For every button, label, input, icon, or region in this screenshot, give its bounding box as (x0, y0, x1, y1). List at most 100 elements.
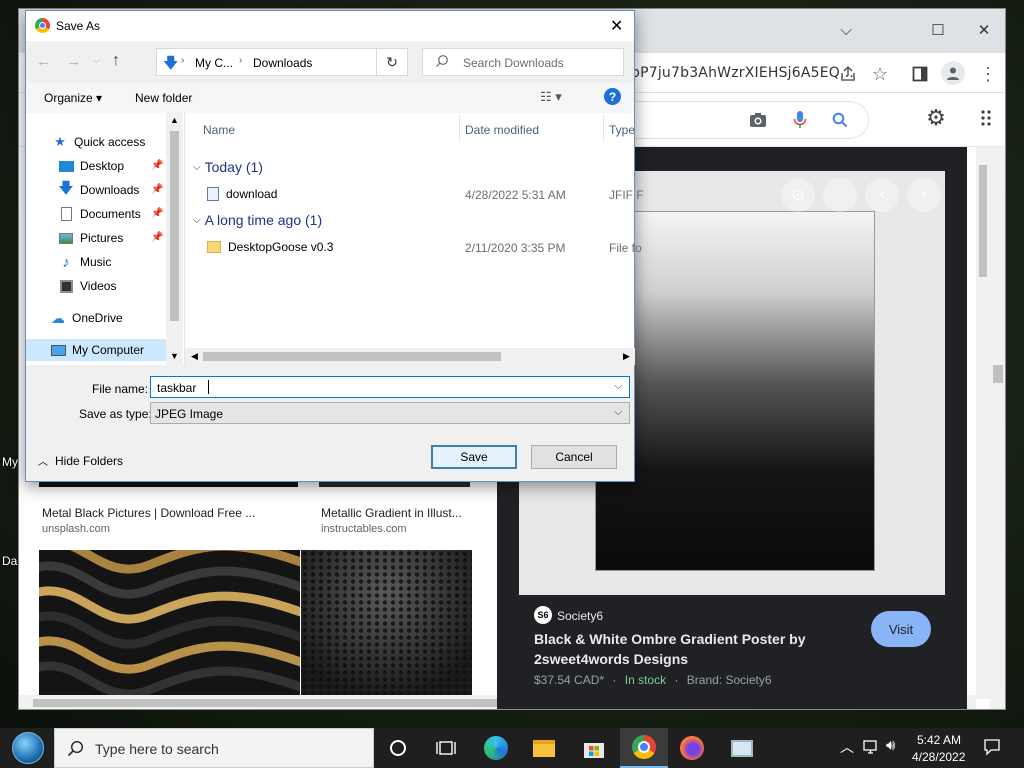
result-source-1[interactable]: unsplash.com (42, 523, 110, 535)
apps-grid-icon[interactable] (975, 107, 997, 129)
maximize-button[interactable]: ☐ (915, 15, 961, 45)
close-window-button[interactable]: ✕ (961, 15, 1005, 45)
side-panel-icon[interactable] (909, 63, 931, 85)
results-scrollbar-thumb[interactable] (979, 165, 987, 277)
taskbar-search-box[interactable]: Type here to search (54, 728, 374, 768)
forward-arrow-icon[interactable]: → (66, 53, 81, 70)
result-thumbnail-4[interactable] (301, 550, 472, 695)
help-icon[interactable]: ? (604, 88, 621, 105)
edge-icon[interactable] (472, 728, 520, 768)
breadcrumb-item-myc[interactable]: My C... (195, 56, 233, 70)
notifications-icon[interactable] (983, 738, 1001, 759)
microsoft-store-icon[interactable] (570, 728, 618, 768)
app-window-icon[interactable] (718, 728, 766, 768)
minimize-button[interactable]: ⌵ (823, 15, 869, 45)
group-header-long-ago[interactable]: ⌵ A long time ago (1) (193, 212, 322, 228)
result-source-2[interactable]: instructables.com (321, 523, 407, 535)
settings-gear-icon[interactable]: ⚙ (925, 105, 947, 130)
profile-avatar-icon[interactable] (941, 61, 965, 85)
more-options-icon[interactable]: ⋮ (823, 178, 857, 212)
page-scrollbar-thumb[interactable] (993, 365, 1003, 383)
volume-icon[interactable]: 🔊︎ (886, 737, 895, 754)
dialog-titlebar[interactable]: Save As ✕ (26, 11, 634, 41)
result-thumbnail-3[interactable] (39, 550, 300, 695)
column-header-date[interactable]: Date modified (465, 123, 539, 137)
network-icon[interactable] (862, 738, 880, 759)
results-scrollbar[interactable] (976, 147, 990, 699)
voice-search-icon[interactable] (789, 109, 811, 131)
recent-locations-icon[interactable]: ⌵ (93, 55, 100, 66)
column-header-type[interactable]: Type (609, 123, 635, 137)
start-orb-icon (12, 732, 44, 764)
save-button[interactable]: Save (431, 445, 517, 469)
nav-scrollbar[interactable]: ▲ ▼ (166, 113, 183, 365)
desktop-icon-label-da[interactable]: Da (2, 554, 17, 568)
search-box[interactable]: Search Downloads (422, 48, 624, 76)
site-name[interactable]: Society6 (557, 609, 603, 623)
nav-item-my-computer[interactable]: My Computer (26, 339, 166, 361)
visit-button[interactable]: Visit (871, 611, 931, 647)
search-icon[interactable] (829, 109, 851, 131)
up-arrow-icon[interactable]: ↑ (112, 52, 120, 70)
share-icon[interactable] (837, 63, 859, 85)
result-title-1[interactable]: Metal Black Pictures | Download Free ... (42, 506, 292, 520)
cancel-button[interactable]: Cancel (531, 445, 617, 469)
back-arrow-icon[interactable]: ← (36, 53, 51, 70)
hide-folders-button[interactable]: ︿ Hide Folders (38, 453, 123, 469)
column-header-name[interactable]: Name (203, 123, 235, 137)
file-name-input[interactable]: taskbar ⌵ (150, 376, 630, 398)
organize-button[interactable]: Organize ▾ (44, 91, 102, 105)
file-list-hscrollbar[interactable]: ◀ ▶ (185, 348, 635, 365)
cortana-icon[interactable] (374, 728, 422, 768)
breadcrumb-item-downloads[interactable]: Downloads (253, 56, 312, 70)
bookmark-star-icon[interactable]: ☆ (869, 63, 891, 85)
file-row-download[interactable]: download (207, 184, 277, 204)
show-hidden-icons-icon[interactable]: ︿ (840, 737, 854, 757)
result-title-2[interactable]: Metallic Gradient in Illust... (321, 506, 471, 520)
chrome-menu-icon[interactable]: ⋮ (977, 63, 999, 85)
nav-item-quick-access[interactable]: ★ Quick access (52, 131, 145, 153)
downloads-folder-icon: 🡇 (163, 55, 179, 72)
clock-date[interactable]: 4/28/2022 (912, 750, 965, 764)
new-folder-button[interactable]: New folder (135, 91, 192, 105)
refresh-button[interactable]: ↻ (376, 48, 408, 76)
group-header-today[interactable]: ⌵ Today (1) (193, 159, 263, 175)
file-list-hscrollbar-thumb[interactable] (203, 352, 501, 361)
lens-search-icon[interactable]: ⊙ (781, 178, 815, 212)
desktop-icon-label-my[interactable]: My (2, 455, 18, 469)
previous-image-icon[interactable]: ‹ (865, 178, 899, 212)
scroll-left-icon[interactable]: ◀ (191, 351, 198, 362)
preview-title-line2[interactable]: 2sweet4words Designs (534, 651, 688, 667)
scroll-up-icon[interactable]: ▲ (170, 115, 179, 125)
nav-item-pictures[interactable]: Pictures (58, 227, 123, 249)
scroll-right-icon[interactable]: ▶ (623, 351, 630, 362)
music-icon: ♪ (62, 253, 70, 271)
view-options-icon[interactable]: ☷ ▾ (540, 89, 562, 105)
save-type-dropdown-icon[interactable]: ⌵ (614, 406, 622, 419)
scroll-down-icon[interactable]: ▼ (170, 351, 179, 361)
nav-item-downloads[interactable]: 🡇 Downloads (58, 179, 139, 201)
url-text[interactable]: pP7ju7b3AhWzrXIEHSj6A5EQ... (631, 65, 854, 81)
nav-item-videos[interactable]: Videos (58, 275, 116, 297)
next-image-icon[interactable]: › (907, 178, 941, 212)
dialog-close-icon[interactable]: ✕ (610, 16, 623, 36)
file-name-dropdown-icon[interactable]: ⌵ (614, 380, 622, 393)
page-scrollbar[interactable] (990, 147, 1005, 709)
file-explorer-icon[interactable] (520, 728, 568, 768)
start-button[interactable] (4, 728, 52, 768)
nav-scrollbar-thumb[interactable] (170, 131, 179, 321)
task-view-icon[interactable] (422, 728, 470, 768)
nav-item-documents[interactable]: Documents (58, 203, 141, 225)
chrome-taskbar-icon[interactable] (620, 728, 668, 768)
file-row-desktopgoose[interactable]: DesktopGoose v0.3 (207, 237, 333, 257)
address-bar[interactable]: 🡇 › My C... › Downloads ⌵ (156, 48, 400, 76)
firefox-icon[interactable] (668, 728, 716, 768)
preview-title-line1[interactable]: Black & White Ombre Gradient Poster by (534, 631, 806, 647)
clock-time[interactable]: 5:42 AM (917, 733, 961, 747)
nav-item-desktop[interactable]: Desktop (58, 155, 124, 177)
save-type-select[interactable]: JPEG Image ⌵ (150, 402, 630, 424)
nav-item-onedrive[interactable]: ☁ OneDrive (50, 307, 123, 329)
nav-item-music[interactable]: ♪ Music (58, 251, 111, 273)
camera-search-icon[interactable] (747, 109, 769, 131)
file-list: Name Date modified Type ⌵ Today (1) downl… (184, 113, 644, 365)
